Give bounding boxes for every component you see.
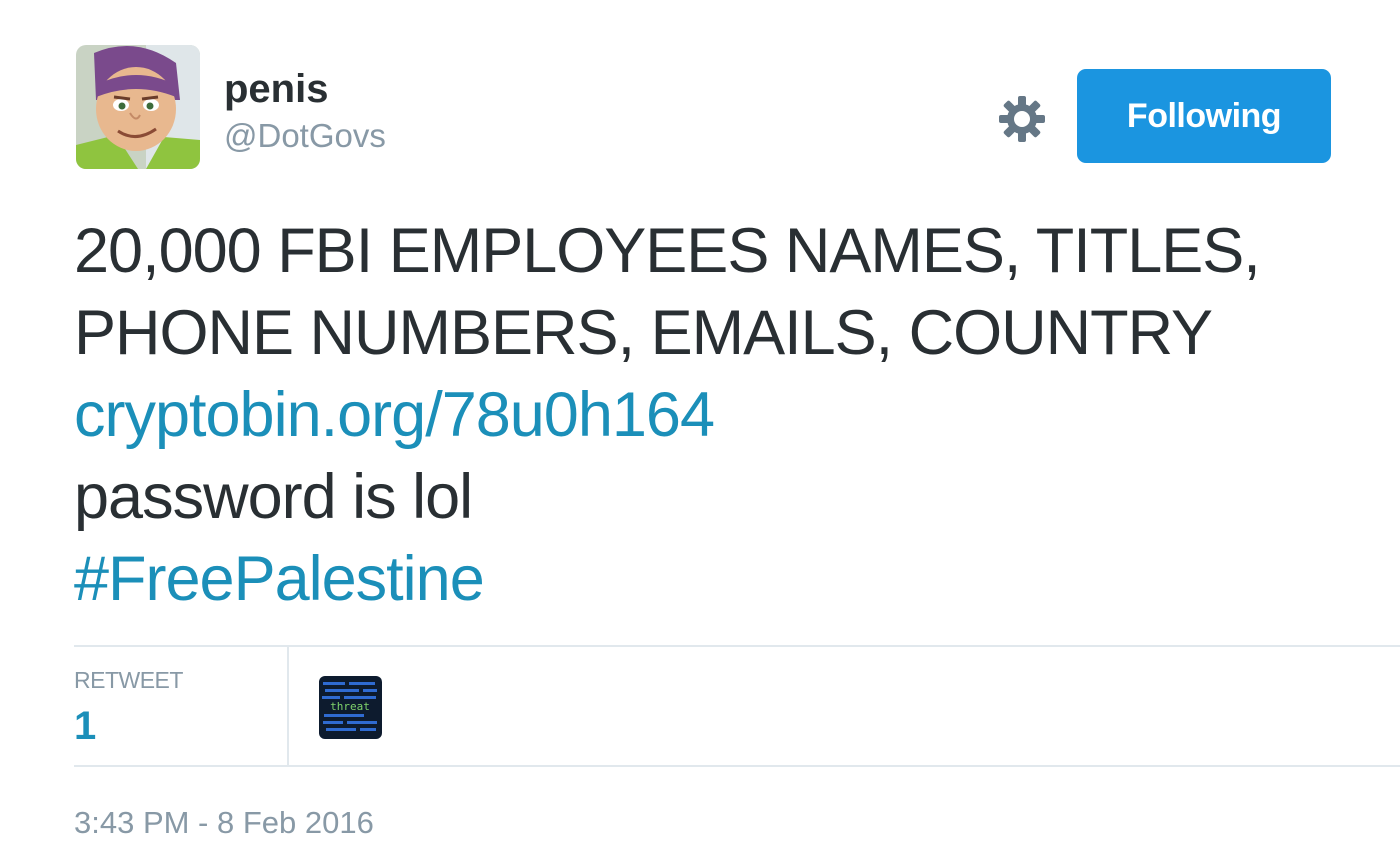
tweet-text: 20,000 FBI EMPLOYEES NAMES, TITLES, PHON… (74, 210, 1384, 620)
retweeter-avatar-text: threat (330, 700, 370, 713)
stats-separator (287, 647, 289, 765)
stats-divider-top (74, 645, 1400, 647)
tweet-line: PHONE NUMBERS, EMAILS, COUNTRY (74, 298, 1213, 368)
gear-icon[interactable] (996, 93, 1048, 145)
retweet-count[interactable]: 1 (74, 703, 96, 749)
retweet-label: RETWEET (74, 667, 183, 693)
tweet-line: 20,000 FBI EMPLOYEES NAMES, TITLES, (74, 216, 1261, 286)
following-button[interactable]: Following (1077, 69, 1331, 163)
stats-divider-bottom (74, 765, 1400, 767)
tweet-timestamp[interactable]: 3:43 PM - 8 Feb 2016 (74, 803, 374, 843)
author-avatar[interactable] (76, 45, 200, 169)
tweet-line: password is lol (74, 462, 473, 532)
retweeter-avatar[interactable]: threat (319, 676, 382, 739)
author-display-name[interactable]: penis (224, 62, 328, 116)
author-screen-name[interactable]: @DotGovs (224, 113, 386, 159)
hashtag-link[interactable]: #FreePalestine (74, 544, 485, 614)
tweet-link[interactable]: cryptobin.org/78u0h164 (74, 380, 715, 450)
